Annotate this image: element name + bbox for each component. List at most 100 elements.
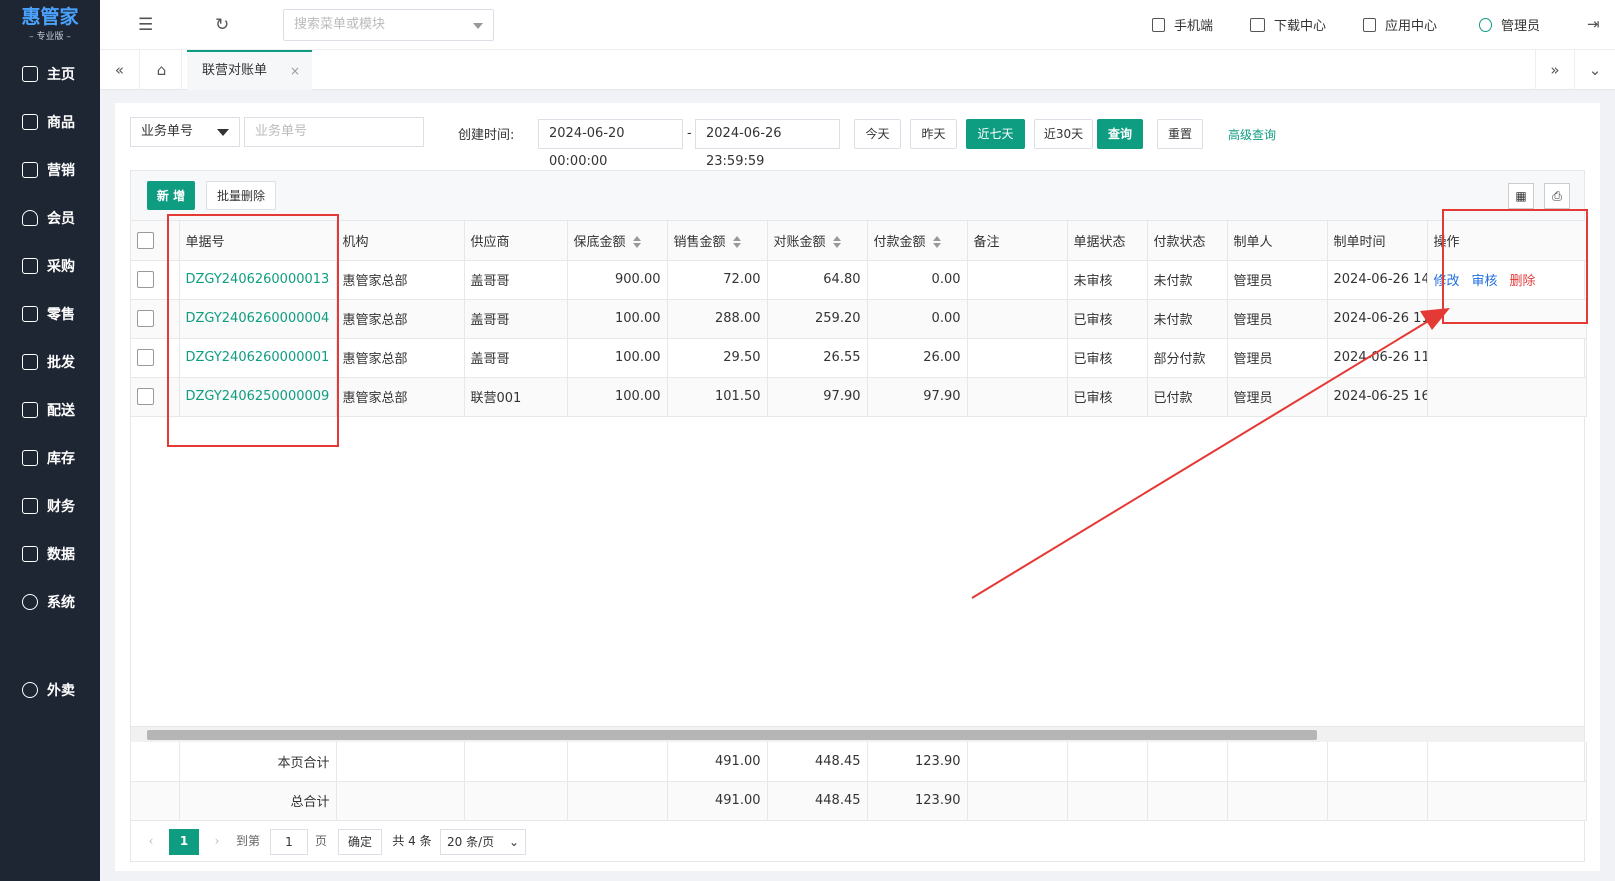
doc-number-input[interactable]: 业务单号 xyxy=(244,117,424,147)
tabs-scroll-right-icon[interactable]: » xyxy=(1535,50,1575,90)
sidebar-item-label: 系统 xyxy=(47,595,75,611)
table-row[interactable]: DZGY2406250000009 惠管家总部 联营001 100.00 101… xyxy=(131,377,1587,417)
sort-icon[interactable] xyxy=(632,236,641,249)
row-select[interactable] xyxy=(131,299,180,339)
scrollbar-thumb[interactable] xyxy=(147,730,1317,740)
horizontal-scrollbar[interactable] xyxy=(131,726,1584,742)
cell-pay-status: 未付款 xyxy=(1147,260,1228,300)
sidebar-item-data[interactable]: 数据 xyxy=(0,536,100,572)
date-to-input[interactable]: 2024-06-26 23:59:59 xyxy=(695,119,840,169)
row-checkbox[interactable] xyxy=(137,271,154,288)
sort-icon[interactable] xyxy=(732,236,741,249)
cell-creator: 管理员 xyxy=(1227,338,1328,378)
row-checkbox[interactable] xyxy=(137,349,154,366)
sidebar-item-label: 配送 xyxy=(47,403,75,419)
cell-created-at: 2024-06-26 14: xyxy=(1327,260,1428,300)
sidebar-item-marketing[interactable]: 营销 xyxy=(0,152,100,188)
download-center-link[interactable]: 下载中心 xyxy=(1250,15,1326,34)
bar-chart-icon xyxy=(22,546,38,562)
sidebar-item-takeout[interactable]: 外卖 xyxy=(0,672,100,708)
doc-number-link[interactable]: DZGY2406260000013 xyxy=(179,260,337,300)
user-menu[interactable]: 管理员 xyxy=(1479,15,1540,34)
top-bar: ☰ ↻ 搜索菜单或模块 手机端 下载中心 应用中心 管理员 ⇥ xyxy=(100,0,1615,50)
cell-remark xyxy=(967,260,1068,300)
sidebar-item-system[interactable]: 系统 xyxy=(0,584,100,620)
delete-link[interactable]: 删除 xyxy=(1510,270,1536,289)
row-select[interactable] xyxy=(131,338,180,378)
sidebar-item-goods[interactable]: 商品 xyxy=(0,104,100,140)
page-number-current[interactable]: 1 xyxy=(169,829,199,855)
doc-number-link[interactable]: DZGY2406250000009 xyxy=(179,377,337,417)
sort-icon[interactable] xyxy=(932,236,941,249)
next-page-icon[interactable]: › xyxy=(209,829,225,855)
last-7-days-button[interactable]: 近七天 xyxy=(966,119,1025,149)
prev-page-icon[interactable]: ‹ xyxy=(143,829,159,855)
header-guarantee[interactable]: 保底金额 xyxy=(567,221,668,261)
sidebar-item-delivery[interactable]: 配送 xyxy=(0,392,100,428)
column-settings-icon[interactable]: ▦ xyxy=(1508,183,1534,209)
storage-icon xyxy=(22,450,38,466)
menu-toggle-icon[interactable]: ☰ xyxy=(138,15,153,35)
batch-delete-button[interactable]: 批量删除 xyxy=(206,181,276,210)
header-sales[interactable]: 销售金额 xyxy=(667,221,768,261)
goto-label: 到第 xyxy=(235,834,260,848)
app-center-link[interactable]: 应用中心 xyxy=(1363,15,1437,34)
select-all-checkbox[interactable] xyxy=(137,231,154,249)
doc-number-link[interactable]: DZGY2406260000004 xyxy=(179,299,337,339)
query-button[interactable]: 查询 xyxy=(1097,119,1143,149)
today-button[interactable]: 今天 xyxy=(854,119,901,149)
add-button[interactable]: 新 增 xyxy=(147,181,195,210)
audit-link[interactable]: 审核 xyxy=(1472,270,1498,289)
tab-joint-statement[interactable]: 联营对账单 × xyxy=(187,50,312,90)
sort-icon[interactable] xyxy=(832,236,841,249)
scooter-icon xyxy=(22,682,38,698)
search-type-select[interactable]: 业务单号 xyxy=(130,117,240,147)
row-checkbox[interactable] xyxy=(137,388,154,405)
date-from-input[interactable]: 2024-06-20 00:00:00 xyxy=(538,119,683,169)
tabs-menu-chevron-icon[interactable]: ⌄ xyxy=(1575,50,1615,90)
row-checkbox[interactable] xyxy=(137,310,154,327)
summary-spacer xyxy=(1227,742,1328,782)
menu-search-input[interactable]: 搜索菜单或模块 xyxy=(283,9,494,41)
header-paid[interactable]: 付款金额 xyxy=(867,221,968,261)
logout-icon[interactable]: ⇥ xyxy=(1587,15,1600,33)
sidebar-item-retail[interactable]: 零售 xyxy=(0,296,100,332)
chart-icon xyxy=(22,162,38,178)
doc-number-link[interactable]: DZGY2406260000001 xyxy=(179,338,337,378)
yesterday-button[interactable]: 昨天 xyxy=(910,119,957,149)
cell-created-at: 2024-06-26 11: xyxy=(1327,338,1428,378)
cell-supplier: 联营001 xyxy=(464,377,568,417)
row-select[interactable] xyxy=(131,377,180,417)
cell-actions: 修改 审核 删除 xyxy=(1427,260,1587,300)
sidebar-item-finance[interactable]: 财务 xyxy=(0,488,100,524)
sidebar-item-home[interactable]: 主页 xyxy=(0,56,100,92)
logo[interactable]: 惠管家 – 专业版 – xyxy=(0,0,100,48)
sidebar-item-label: 外卖 xyxy=(47,683,75,699)
goto-confirm-button[interactable]: 确定 xyxy=(338,829,382,855)
reset-button[interactable]: 重置 xyxy=(1157,119,1203,149)
sidebar-item-inventory[interactable]: 库存 xyxy=(0,440,100,476)
header-recon[interactable]: 对账金额 xyxy=(767,221,868,261)
advanced-query-link[interactable]: 高级查询 xyxy=(1228,126,1276,143)
cell-recon: 26.55 xyxy=(767,338,868,378)
close-icon[interactable]: × xyxy=(290,52,300,90)
edit-link[interactable]: 修改 xyxy=(1434,270,1460,289)
mobile-link[interactable]: 手机端 xyxy=(1152,15,1213,34)
print-icon[interactable]: ⎙ xyxy=(1544,183,1570,209)
header-select-all[interactable] xyxy=(131,221,180,261)
table-row[interactable]: DZGY2406260000004 惠管家总部 盖哥哥 100.00 288.0… xyxy=(131,299,1587,339)
sidebar-item-wholesale[interactable]: 批发 xyxy=(0,344,100,380)
table-row[interactable]: DZGY2406260000013 惠管家总部 盖哥哥 900.00 72.00… xyxy=(131,260,1587,300)
page-size-select[interactable]: 20 条/页 ⌄ xyxy=(440,829,526,855)
sidebar-item-members[interactable]: 会员 xyxy=(0,200,100,236)
last-30-days-button[interactable]: 近30天 xyxy=(1034,119,1093,149)
tabs-scroll-left-icon[interactable]: « xyxy=(100,50,140,90)
table-row[interactable]: DZGY2406260000001 惠管家总部 盖哥哥 100.00 29.50… xyxy=(131,338,1587,378)
summary-sales: 491.00 xyxy=(667,781,768,821)
row-select[interactable] xyxy=(131,260,180,300)
sidebar-item-purchase[interactable]: 采购 xyxy=(0,248,100,284)
summary-label: 本页合计 xyxy=(179,742,337,782)
goto-page-input[interactable]: 1 xyxy=(270,829,308,855)
home-tab-icon[interactable]: ⌂ xyxy=(142,50,182,90)
refresh-icon[interactable]: ↻ xyxy=(215,15,229,35)
